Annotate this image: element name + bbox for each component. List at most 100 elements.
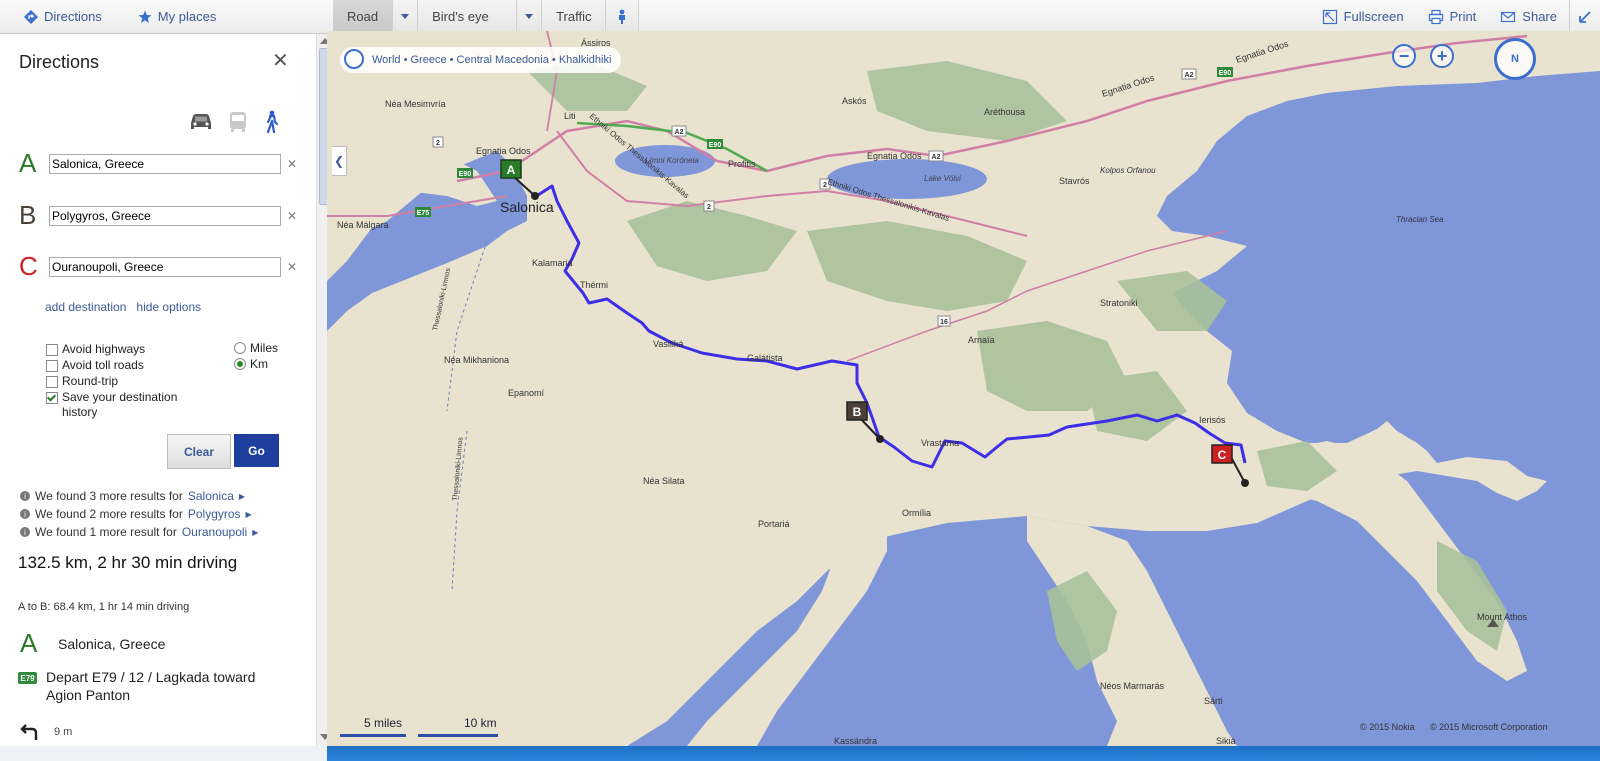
label-kolpos-orfanou: Kolpos Orfanou <box>1100 166 1156 175</box>
round-trip-checkbox[interactable] <box>46 376 58 388</box>
label-ierissos: Ierisós <box>1199 415 1226 425</box>
unit-miles-option[interactable]: Miles <box>234 340 278 356</box>
waypoint-b-input[interactable] <box>49 205 281 226</box>
waypoint-c-input[interactable] <box>49 256 281 277</box>
info-icon: i <box>20 491 30 501</box>
step-start[interactable]: A Salonica, Greece <box>20 628 165 659</box>
label-nea-mesimvria: Néa Mesimvría <box>385 99 446 109</box>
marker-a-label: A <box>507 163 516 177</box>
option-avoid-tolls[interactable]: Avoid toll roads <box>46 358 177 374</box>
save-history-checkbox[interactable] <box>46 392 58 404</box>
km-radio[interactable] <box>234 358 246 370</box>
close-icon[interactable]: ✕ <box>272 48 289 73</box>
birds-eye-dropdown-button[interactable] <box>517 0 543 33</box>
zoom-out-button[interactable]: − <box>1392 44 1416 68</box>
clear-button[interactable]: Clear <box>167 434 231 469</box>
scale-km-label: 10 km <box>464 716 497 730</box>
label-neos-marmaras: Néos Marmarás <box>1100 681 1165 691</box>
label-arethousa: Aréthousa <box>984 107 1025 117</box>
copyright-microsoft: © 2015 Microsoft Corporation <box>1430 722 1548 732</box>
remove-waypoint-a-icon[interactable]: ✕ <box>287 157 297 171</box>
car-icon[interactable] <box>188 110 214 132</box>
waypoint-a-input[interactable] <box>49 153 281 174</box>
save-history-line1: Save your destination <box>62 390 178 404</box>
traffic-button[interactable]: Traffic <box>542 0 607 33</box>
label-thracian-sea: Thracian Sea <box>1396 215 1444 224</box>
option-avoid-highways[interactable]: Avoid highways <box>46 342 177 358</box>
bottom-strip-left <box>0 746 327 761</box>
unit-km-option[interactable]: Km <box>234 356 278 372</box>
chevron-right-icon: ▶ <box>252 527 259 537</box>
miles-radio[interactable] <box>234 342 246 354</box>
scale-km-bar <box>418 734 498 737</box>
shield-e75: E75 <box>417 210 430 217</box>
fullscreen-button[interactable]: Fullscreen <box>1310 9 1416 25</box>
compass-north-icon: N <box>1511 53 1519 65</box>
label-egnatia-2: Egnatia Odos <box>867 151 922 161</box>
round-trip-label: Round-trip <box>62 374 119 388</box>
collapse-corner-button[interactable] <box>1569 0 1600 33</box>
option-round-trip[interactable]: Round-trip <box>46 374 177 390</box>
share-button[interactable]: Share <box>1488 9 1569 25</box>
note-place-link[interactable]: Ouranoupoli <box>182 525 247 539</box>
avoid-tolls-checkbox[interactable] <box>46 360 58 372</box>
waypoint-letter-a: A <box>19 148 37 178</box>
label-arnaia: Arnaía <box>968 335 995 345</box>
breadcrumb[interactable]: World • Greece • Central Macedonia • Kha… <box>340 47 622 73</box>
note-place-link[interactable]: Salonica <box>188 489 234 503</box>
map-canvas[interactable]: A B C E90 E75 E90 A2 A2 A2 E90 2 2 2 16 … <box>327 31 1600 746</box>
step-start-place: Salonica, Greece <box>58 635 166 652</box>
print-button[interactable]: Print <box>1416 9 1489 25</box>
go-button[interactable]: Go <box>234 434 279 467</box>
bottom-taskbar-strip <box>0 746 1600 761</box>
label-sarti: Sárti <box>1204 696 1223 706</box>
walk-icon[interactable] <box>262 110 280 134</box>
step-turn[interactable]: 9 m <box>18 724 72 740</box>
step-depart[interactable]: E79 Depart E79 / 12 / Lagkada toward Agio… <box>18 668 286 704</box>
top-left-nav: Directions My places <box>0 0 228 33</box>
note-text: We found 3 more results for <box>35 489 183 503</box>
my-places-label: My places <box>157 9 217 24</box>
label-nea-mikhaniona: Néa Mikhaniona <box>444 355 509 365</box>
streetside-button[interactable] <box>606 0 640 33</box>
birds-eye-button[interactable]: Bird's eye <box>418 0 518 33</box>
panel-title: Directions <box>19 52 100 72</box>
shield-2-c: 2 <box>707 204 711 211</box>
panel-links: add destination hide options <box>45 300 201 314</box>
arrow-diagonal-icon <box>1579 10 1591 23</box>
avoid-highways-label: Avoid highways <box>62 342 146 356</box>
label-vrastama: Vrastáma <box>921 438 959 448</box>
my-places-link[interactable]: My places <box>114 9 229 24</box>
collapse-panel-button[interactable]: ❮ <box>332 146 347 176</box>
label-epanomi: Epanomí <box>508 388 545 398</box>
label-stavros: Stavrós <box>1059 176 1090 186</box>
avoid-highways-checkbox[interactable] <box>46 344 58 356</box>
top-toolbar: Directions My places Road Bird's eye Tra… <box>0 0 1600 34</box>
bus-icon[interactable] <box>226 110 250 134</box>
road-view-button[interactable]: Road <box>333 0 394 33</box>
hide-options-link[interactable]: hide options <box>136 300 201 314</box>
locate-me-icon[interactable] <box>344 49 364 69</box>
remove-waypoint-c-icon[interactable]: ✕ <box>287 260 297 274</box>
shield-e90: E90 <box>459 171 472 178</box>
directions-link[interactable]: Directions <box>0 9 114 24</box>
waypoint-letter-c: C <box>19 251 38 281</box>
label-mount-athos: Mount Athos <box>1477 612 1528 622</box>
print-label: Print <box>1449 9 1477 24</box>
shield-a2-2: A2 <box>932 154 941 161</box>
add-destination-link[interactable]: add destination <box>45 300 126 314</box>
star-icon <box>138 10 152 23</box>
waypoint-row-c: C ✕ <box>19 251 297 282</box>
label-kalamaria: Kalamariá <box>532 258 573 268</box>
road-dropdown-button[interactable] <box>393 0 419 33</box>
turn-left-arrow-icon <box>20 724 38 740</box>
map-style-bar: Road Bird's eye Traffic <box>333 0 640 33</box>
e79-shield-icon: E79 <box>18 672 37 684</box>
note-place-link[interactable]: Polygyros <box>188 507 241 521</box>
option-save-history[interactable]: Save your destination history <box>46 390 177 420</box>
remove-waypoint-b-icon[interactable]: ✕ <box>287 209 297 223</box>
shield-2: 2 <box>436 140 440 147</box>
compass-button[interactable]: N <box>1494 38 1536 80</box>
streetside-person-icon <box>619 9 626 24</box>
zoom-in-button[interactable]: + <box>1430 44 1454 68</box>
